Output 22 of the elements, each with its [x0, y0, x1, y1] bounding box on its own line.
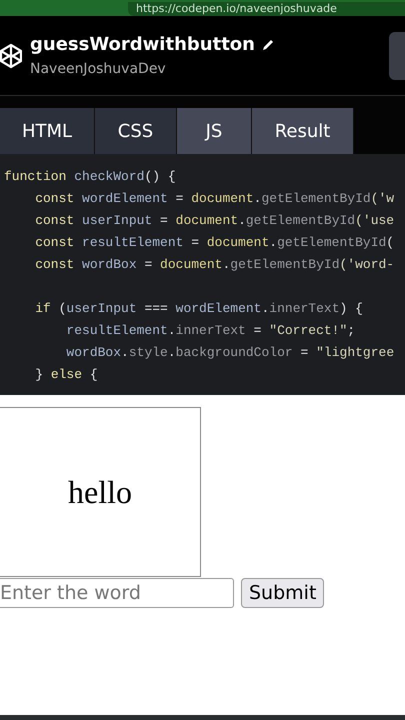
- cube-logo-icon: [0, 42, 22, 68]
- editor-tab[interactable]: CSS: [95, 108, 177, 154]
- editor-tab[interactable]: JS: [177, 108, 252, 154]
- code-line: const wordBox = document.getElementById('word-: [34, 256, 396, 274]
- word-input-field[interactable]: Enter the word: [0, 578, 234, 608]
- author-name[interactable]: NaveenJoshuvaDev: [30, 61, 275, 77]
- submit-button[interactable]: Submit: [241, 578, 324, 608]
- code-line: const resultElement = document.getElementById(: [34, 234, 396, 252]
- pen-title: guessWordwithbutton: [30, 34, 255, 55]
- code-line: if (userInput === wordElement.innerText) {: [34, 300, 364, 318]
- code-line: function checkWord() {: [3, 168, 177, 186]
- code-line: wordBox.style.backgroundColor = "lightgree: [65, 344, 396, 362]
- url-bar[interactable]: https://codepen.io/naveenjoshuvade: [128, 2, 405, 16]
- word-display: hello: [0, 407, 201, 577]
- code-line: const wordElement = document.getElementById('w: [34, 190, 396, 208]
- editor-tab[interactable]: HTML: [0, 108, 95, 154]
- code-line: resultElement.innerText = "Correct!";: [65, 322, 356, 340]
- code-line: const userInput = document.getElementById('use: [34, 212, 396, 230]
- editor-tab[interactable]: Result: [252, 108, 354, 154]
- pencil-icon[interactable]: [260, 38, 275, 52]
- code-line: } else {: [34, 366, 99, 384]
- code-editor[interactable]: [0, 154, 405, 395]
